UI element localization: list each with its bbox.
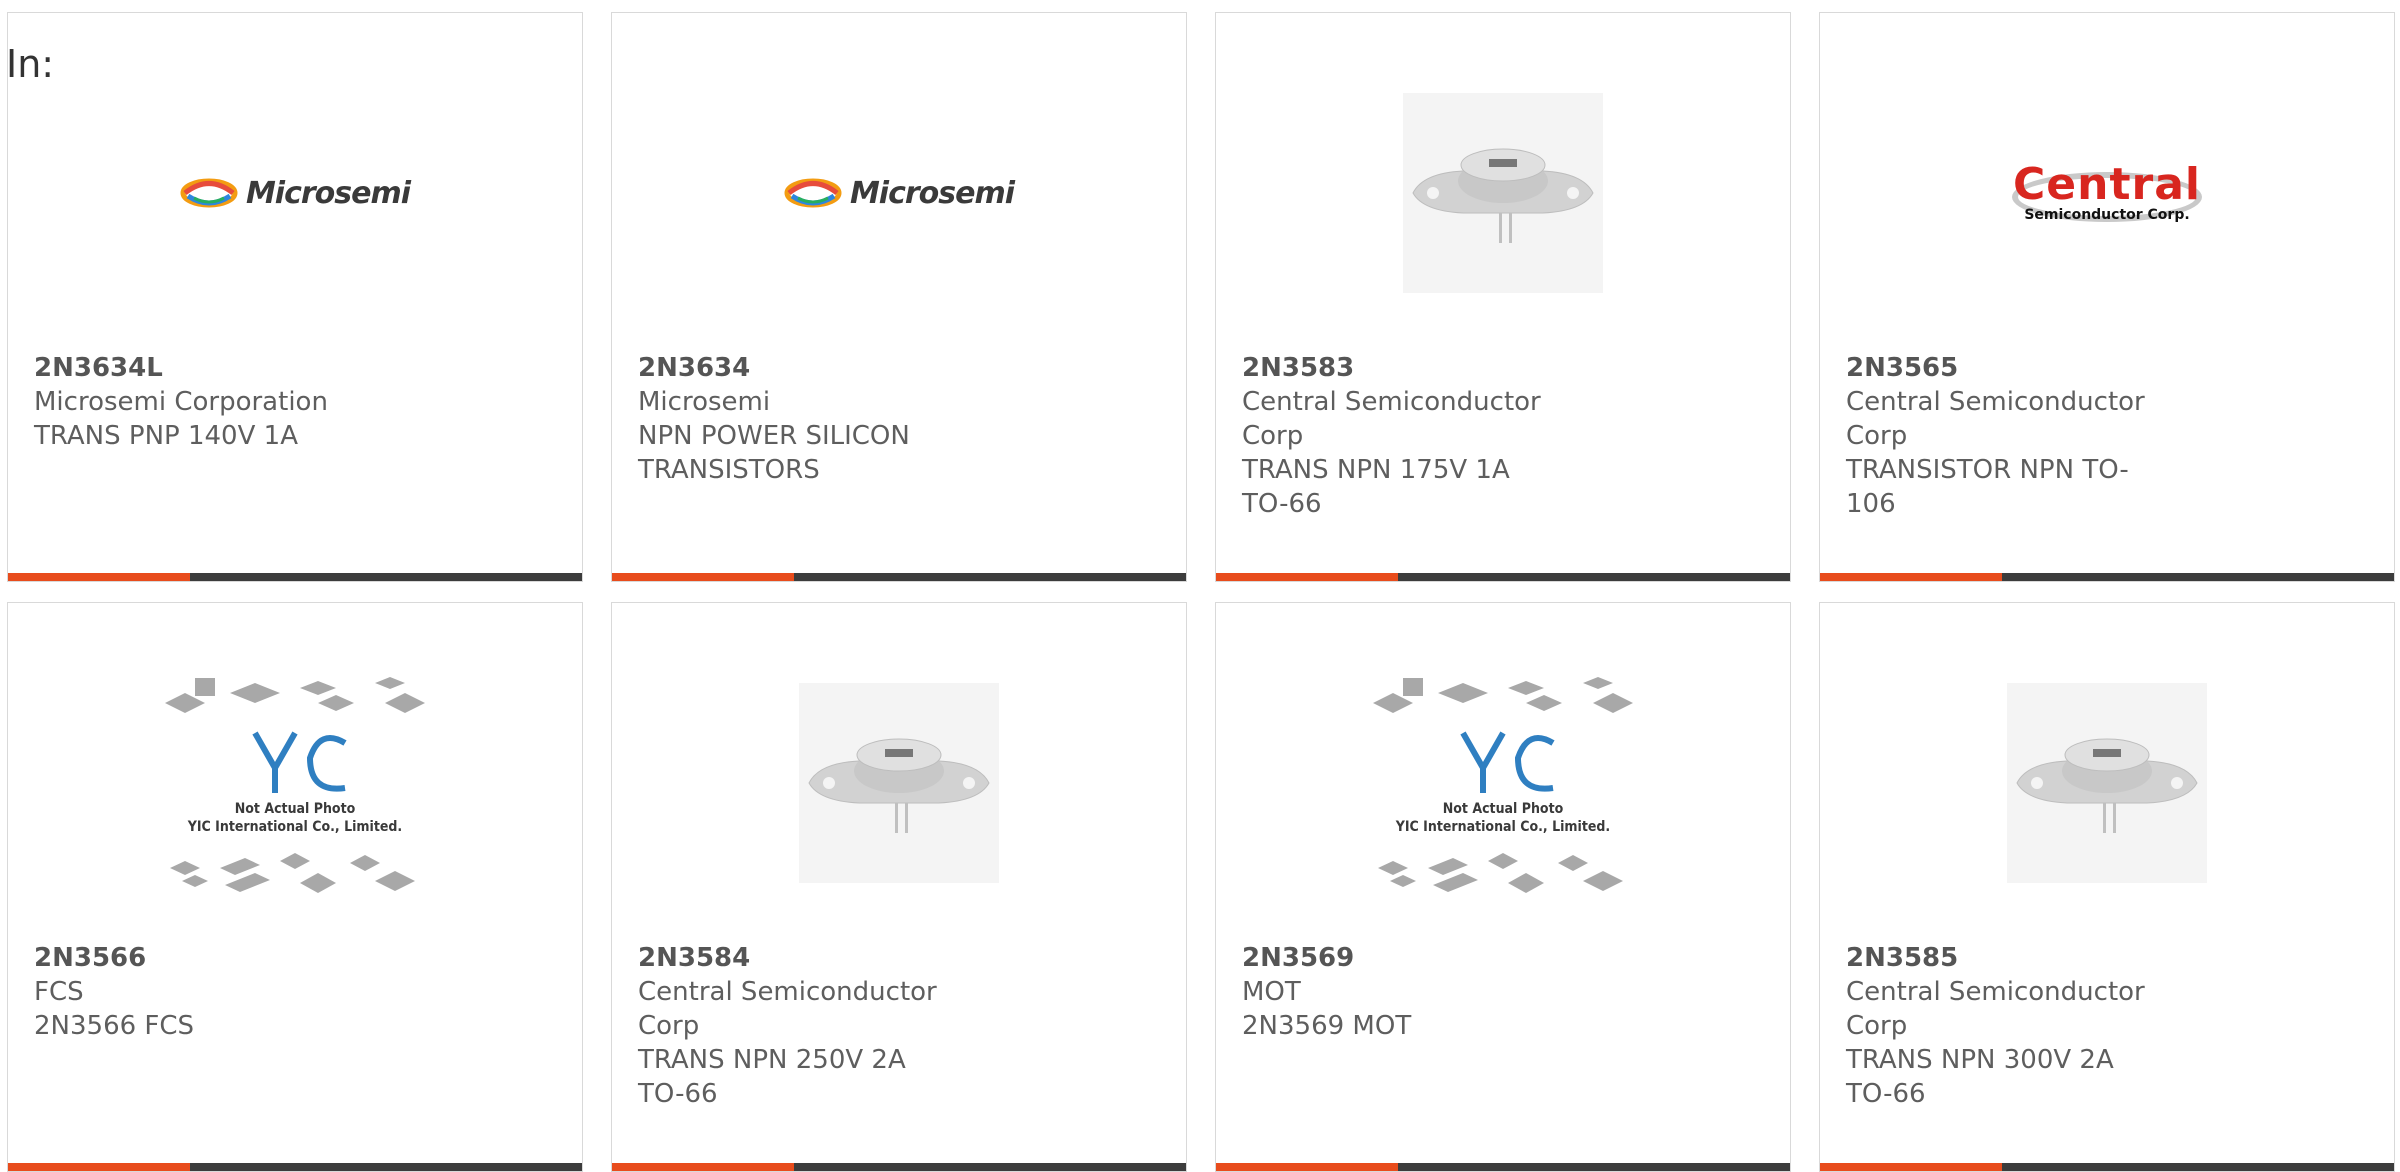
manufacturer: MOT (1242, 977, 1301, 1007)
card-bottom-bar (1216, 573, 1790, 581)
manufacturer: Central Semiconductor Corp (1846, 977, 2145, 1041)
part-number: 2N3569 (1242, 943, 1355, 973)
product-card[interactable]: Not Actual Photo YIC International Co., … (7, 602, 583, 1172)
card-bottom-bar (8, 573, 582, 581)
part-number: 2N3566 (34, 943, 147, 973)
product-image: Microsemi (612, 73, 1186, 313)
microsemi-logo: Microsemi (180, 176, 411, 211)
manufacturer: Central Semiconductor Corp (638, 977, 937, 1041)
card-bottom-bar (8, 1163, 582, 1171)
product-image: Not Actual Photo YIC International Co., … (8, 663, 582, 903)
part-number: 2N3634 (638, 353, 751, 383)
description: 2N3566 FCS (34, 1011, 195, 1041)
manufacturer: FCS (34, 977, 84, 1007)
part-number: 2N3585 (1846, 943, 1959, 973)
part-number: 2N3583 (1242, 353, 1355, 383)
card-bottom-bar (612, 1163, 1186, 1171)
svg-text:Not Actual Photo: Not Actual Photo (1443, 801, 1564, 817)
card-bottom-bar (612, 573, 1186, 581)
to66-transistor-icon (2007, 683, 2207, 883)
to66-transistor-icon (1403, 93, 1603, 293)
manufacturer: Central Semiconductor Corp (1242, 387, 1541, 451)
card-bottom-bar (1216, 1163, 1790, 1171)
svg-text:YIC International Co., Limited: YIC International Co., Limited. (187, 819, 402, 835)
description: TRANS PNP 140V 1A (34, 421, 298, 451)
manufacturer: Microsemi (638, 387, 771, 417)
microsemi-logo: Microsemi (784, 176, 1015, 211)
description: TRANS NPN 175V 1A TO-66 (1242, 455, 1510, 519)
svg-text:YIC International Co., Limited: YIC International Co., Limited. (1395, 819, 1610, 835)
part-number: 2N3565 (1846, 353, 1959, 383)
svg-text:Not Actual Photo: Not Actual Photo (235, 801, 356, 817)
yic-placeholder-icon: Not Actual Photo YIC International Co., … (165, 677, 425, 893)
product-card[interactable]: 2N3585 Central Semiconductor Corp TRANS … (1819, 602, 2395, 1172)
product-card[interactable]: Microsemi 2N3634L Microsemi Corporation … (7, 12, 583, 582)
card-bottom-bar (1820, 1163, 2394, 1171)
product-card[interactable]: 2N3584 Central Semiconductor Corp TRANS … (611, 602, 1187, 1172)
product-card[interactable]: Not Actual Photo YIC International Co., … (1215, 602, 1791, 1172)
to66-transistor-icon (799, 683, 999, 883)
microsemi-swirl-icon (784, 178, 842, 208)
part-number: 2N3584 (638, 943, 751, 973)
product-image: Central Semiconductor Corp. (1820, 73, 2394, 313)
product-card[interactable]: 2N3583 Central Semiconductor Corp TRANS … (1215, 12, 1791, 582)
description: TRANSISTOR NPN TO-106 (1846, 455, 2129, 519)
description: NPN POWER SILICON TRANSISTORS (638, 421, 910, 485)
product-image (1820, 663, 2394, 903)
product-image: Not Actual Photo YIC International Co., … (1216, 663, 1790, 903)
description: 2N3569 MOT (1242, 1011, 1412, 1041)
description: TRANS NPN 300V 2A TO-66 (1846, 1045, 2114, 1109)
microsemi-swirl-icon (180, 178, 238, 208)
manufacturer: Central Semiconductor Corp (1846, 387, 2145, 451)
product-card[interactable]: Microsemi 2N3634 Microsemi NPN POWER SIL… (611, 12, 1187, 582)
yic-placeholder-icon: Not Actual Photo YIC International Co., … (1373, 677, 1633, 893)
part-number: 2N3634L (34, 353, 163, 383)
card-bottom-bar (1820, 573, 2394, 581)
central-logo: Central Semiconductor Corp. (2012, 159, 2202, 223)
product-image (612, 663, 1186, 903)
product-card[interactable]: Central Semiconductor Corp. 2N3565 Centr… (1819, 12, 2395, 582)
description: TRANS NPN 250V 2A TO-66 (638, 1045, 906, 1109)
product-image: Microsemi (8, 73, 582, 313)
product-image (1216, 73, 1790, 313)
search-prefix-label: In: (6, 42, 55, 86)
manufacturer: Microsemi Corporation (34, 387, 328, 417)
